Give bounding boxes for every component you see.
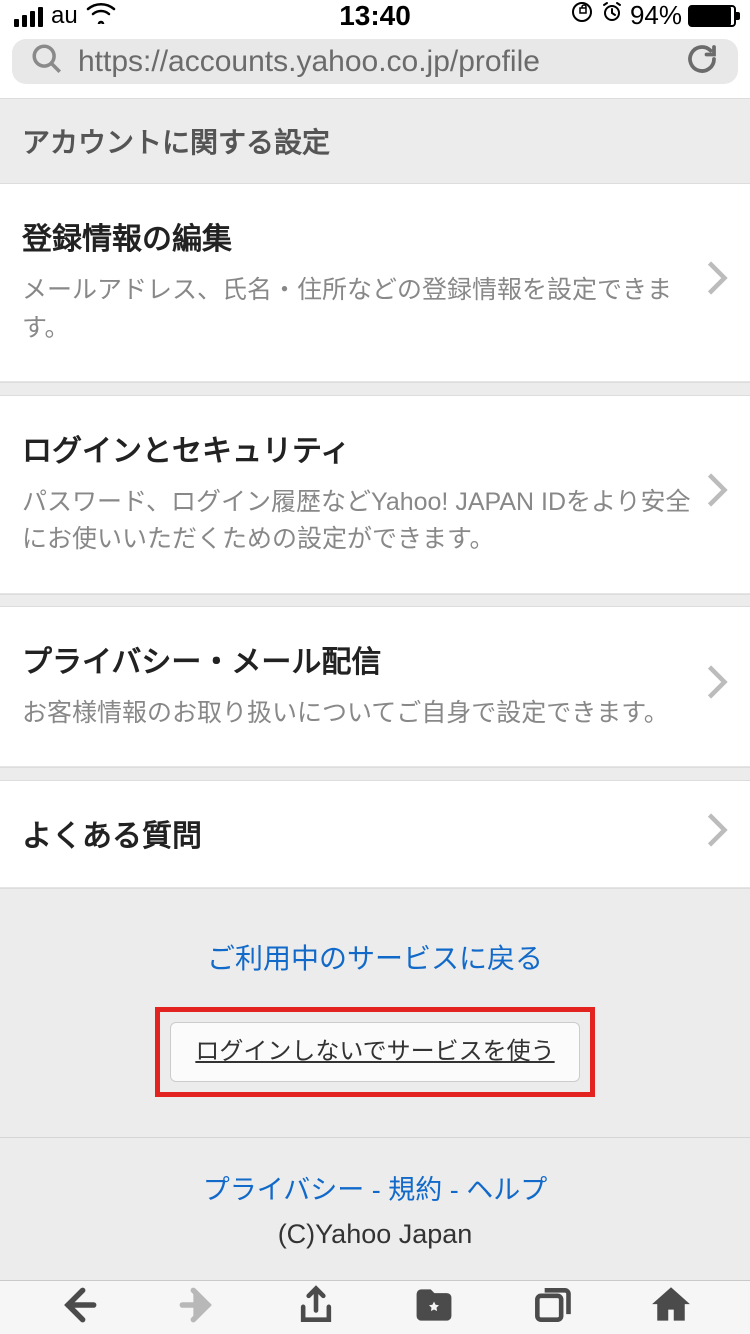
home-button[interactable]	[649, 1283, 693, 1332]
item-title: プライバシー・メール配信	[22, 637, 692, 681]
bookmarks-button[interactable]	[412, 1283, 456, 1332]
footer-links: プライバシー - 規約 - ヘルプ (C)Yahoo Japan	[0, 1137, 750, 1280]
settings-item-privacy[interactable]: プライバシー・メール配信 お客様情報のお取り扱いについてご自身で設定できます。	[0, 607, 750, 768]
tabs-button[interactable]	[530, 1283, 574, 1332]
share-button[interactable]	[294, 1283, 338, 1332]
chevron-right-icon	[706, 812, 728, 853]
browser-toolbar	[0, 1280, 750, 1334]
settings-item-registration[interactable]: 登録情報の編集 メールアドレス、氏名・住所などの登録情報を設定できます。	[0, 184, 750, 382]
chevron-right-icon	[706, 664, 728, 705]
return-service-link[interactable]: ご利用中のサービスに戻る	[207, 943, 543, 974]
battery-percent: 94%	[630, 0, 682, 31]
forward-button[interactable]	[175, 1283, 219, 1332]
url-bar[interactable]: https://accounts.yahoo.co.jp/profile	[12, 39, 738, 84]
divider	[0, 594, 750, 607]
cellular-signal-icon	[14, 5, 43, 27]
back-button[interactable]	[57, 1283, 101, 1332]
footer-terms-link[interactable]: 規約	[388, 1175, 442, 1205]
footer-privacy-link[interactable]: プライバシー	[203, 1175, 364, 1205]
url-text: https://accounts.yahoo.co.jp/profile	[78, 45, 670, 79]
divider	[0, 767, 750, 780]
separator: -	[450, 1175, 467, 1205]
carrier-label: au	[51, 2, 78, 30]
footer-area: ご利用中のサービスに戻る ログインしないでサービスを使う	[0, 888, 750, 1137]
item-title: よくある質問	[22, 811, 692, 855]
item-title: ログインとセキュリティ	[22, 426, 692, 470]
chevron-right-icon	[706, 472, 728, 513]
rotation-lock-icon	[570, 0, 594, 31]
chevron-right-icon	[706, 260, 728, 301]
settings-item-faq[interactable]: よくある質問	[0, 781, 750, 888]
item-desc: メールアドレス、氏名・住所などの登録情報を設定できます。	[22, 272, 692, 347]
use-without-login-button[interactable]: ログインしないでサービスを使う	[170, 1022, 580, 1082]
footer-help-link[interactable]: ヘルプ	[466, 1175, 547, 1205]
settings-item-login-security[interactable]: ログインとセキュリティ パスワード、ログイン履歴などYahoo! JAPAN I…	[0, 396, 750, 594]
divider	[0, 382, 750, 395]
alarm-icon	[600, 0, 624, 31]
separator: -	[372, 1175, 389, 1205]
battery-icon	[688, 5, 736, 27]
item-desc: お客様情報のお取り扱いについてご自身で設定できます。	[22, 695, 692, 733]
logout-highlight-box: ログインしないでサービスを使う	[155, 1007, 595, 1097]
reload-icon[interactable]	[684, 41, 720, 82]
wifi-icon	[86, 0, 116, 31]
item-desc: パスワード、ログイン履歴などYahoo! JAPAN IDをより安全にお使いいた…	[22, 484, 692, 559]
status-bar: au 13:40 94%	[0, 0, 750, 31]
section-header: アカウントに関する設定	[0, 98, 750, 184]
item-title: 登録情報の編集	[22, 214, 692, 258]
copyright: (C)Yahoo Japan	[0, 1219, 750, 1250]
search-icon	[30, 42, 64, 81]
